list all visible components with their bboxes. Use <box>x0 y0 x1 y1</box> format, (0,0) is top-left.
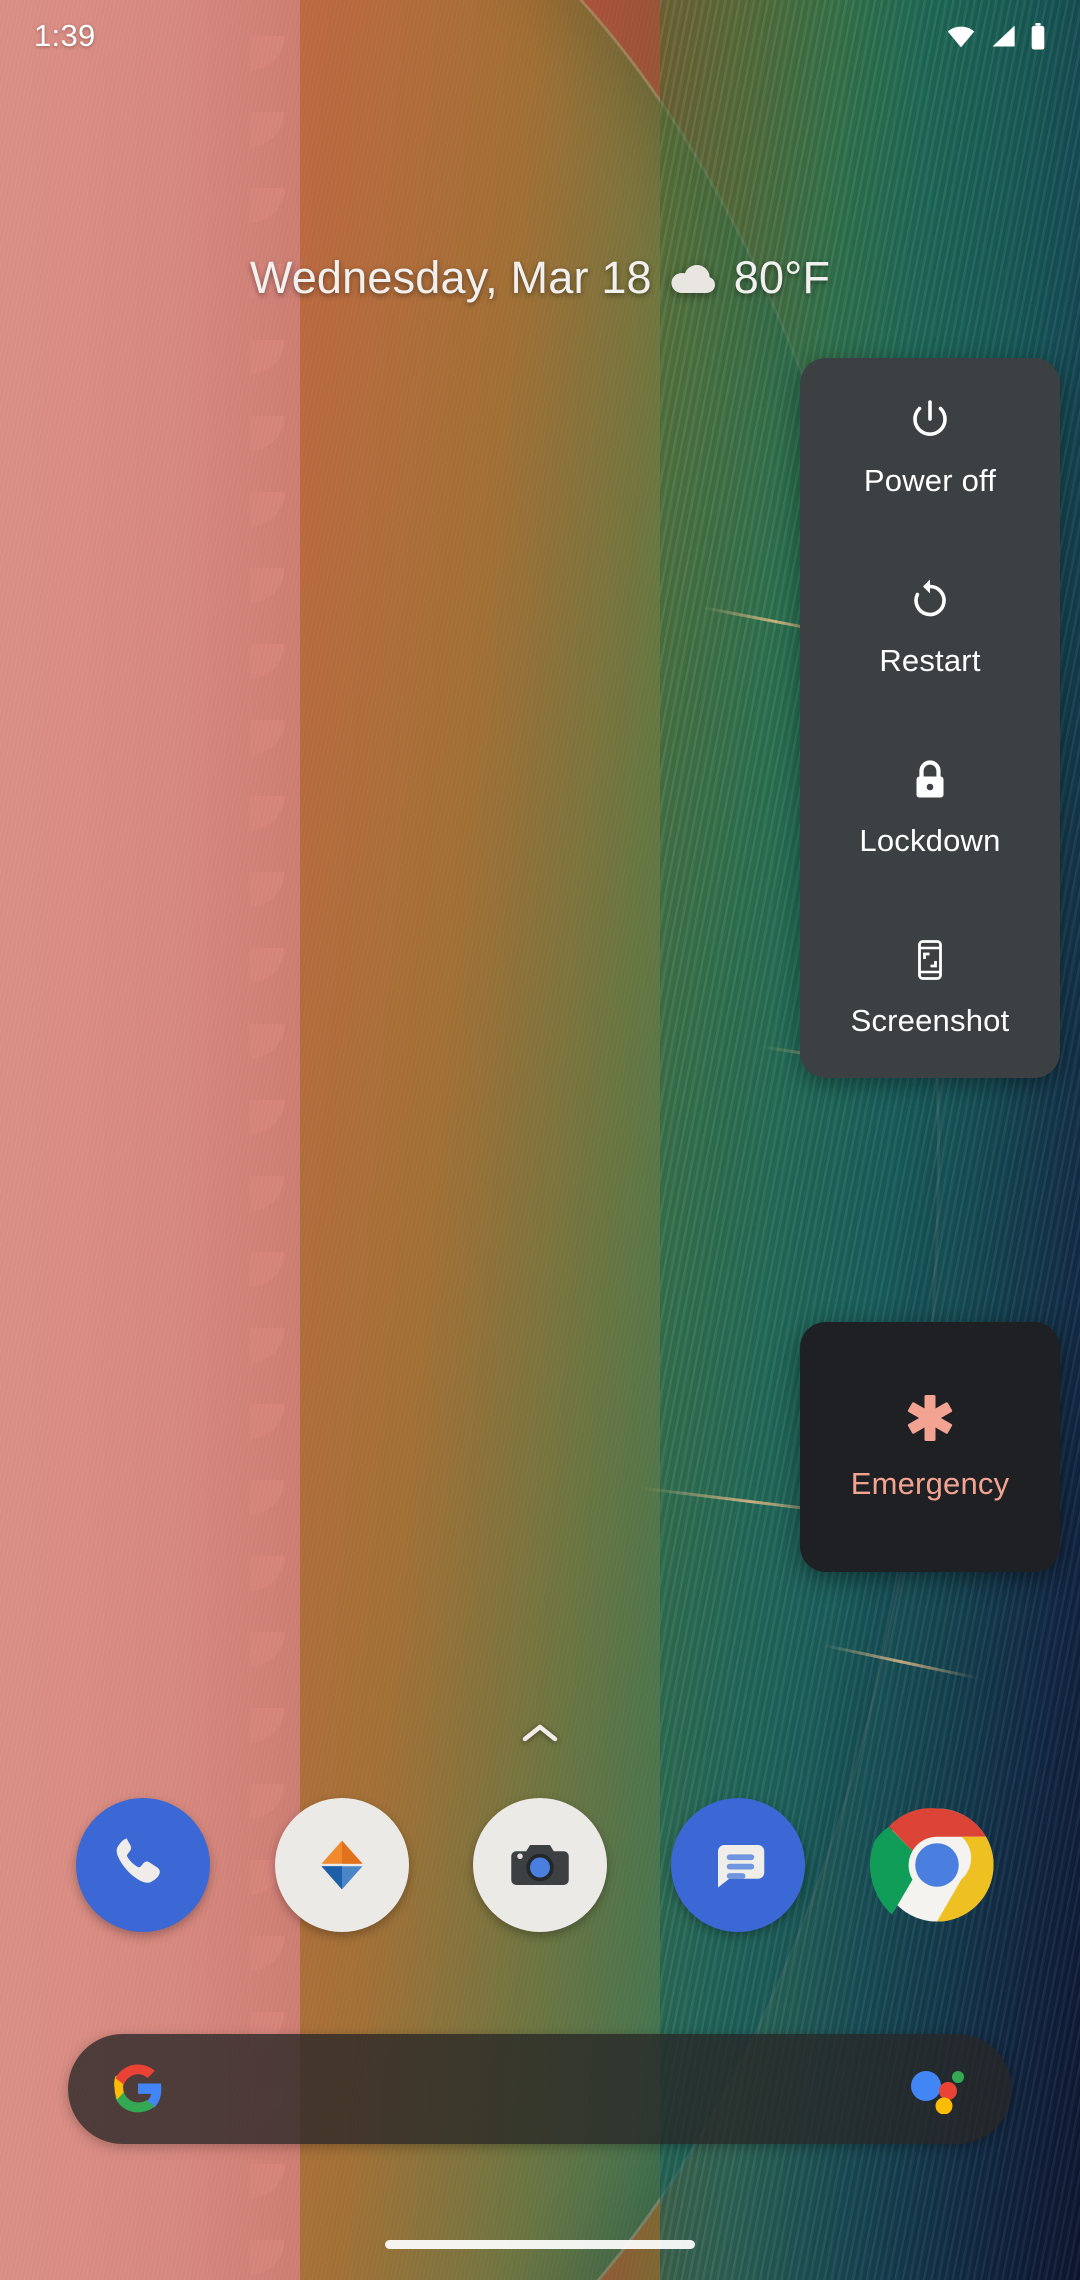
battery-icon <box>1031 22 1045 50</box>
messages-icon <box>718 1845 765 1888</box>
restart-icon <box>914 579 946 617</box>
dock-app-chrome[interactable] <box>869 1798 1004 1932</box>
status-bar: 1:39 <box>0 0 1080 72</box>
status-bar-clock: 1:39 <box>34 18 96 53</box>
app-drawer-handle[interactable] <box>0 1722 1080 1744</box>
dock <box>0 1798 1080 1932</box>
date-weather-widget[interactable]: Wednesday, Mar 18 80°F <box>0 252 1080 304</box>
cellular-signal-icon <box>992 25 1015 47</box>
wifi-icon <box>947 26 975 48</box>
restart-label: Restart <box>879 643 981 678</box>
screenshot-button[interactable]: Screenshot <box>800 898 1060 1078</box>
power-off-label: Power off <box>863 463 997 498</box>
date-text[interactable]: Wednesday, Mar 18 <box>250 252 652 304</box>
camera-icon <box>511 1845 569 1885</box>
power-menu-panel: Power off Restart Lockdown Screenshot <box>800 358 1060 1078</box>
google-search-bar[interactable] <box>68 2034 1012 2144</box>
screenshot-label: Screenshot <box>850 1003 1010 1038</box>
gallery-icon <box>321 1840 363 1890</box>
emergency-button[interactable]: Emergency <box>800 1322 1060 1572</box>
chevron-up-icon <box>522 1724 558 1742</box>
google-assistant-icon <box>911 2071 964 2114</box>
temperature-text[interactable]: 80°F <box>734 252 830 304</box>
status-bar-icons <box>946 22 1046 50</box>
home-gesture-bar[interactable] <box>385 2240 695 2249</box>
lockdown-label: Lockdown <box>859 823 1001 858</box>
cloud-icon <box>671 265 715 293</box>
dock-app-camera[interactable] <box>472 1798 607 1932</box>
google-g-icon <box>114 2064 162 2113</box>
power-icon <box>913 400 947 437</box>
phone-icon <box>116 1838 161 1883</box>
lock-icon <box>916 760 944 798</box>
lockdown-button[interactable]: Lockdown <box>800 718 1060 898</box>
dock-app-phone[interactable] <box>76 1798 211 1932</box>
wallpaper <box>0 0 1080 2280</box>
dock-app-messages[interactable] <box>671 1798 806 1932</box>
android-home-screen: 1:39 Wednesday, Mar 18 80°F Power off Re… <box>0 0 1080 2280</box>
emergency-label: Emergency <box>850 1466 1010 1501</box>
chrome-icon <box>869 1808 994 1922</box>
emergency-asterisk-icon <box>907 1395 953 1441</box>
restart-button[interactable]: Restart <box>800 538 1060 718</box>
dock-app-gallery[interactable] <box>274 1798 409 1932</box>
wallpaper-grain <box>0 0 1080 2280</box>
power-off-button[interactable]: Power off <box>800 358 1060 538</box>
screenshot-icon <box>918 940 942 980</box>
